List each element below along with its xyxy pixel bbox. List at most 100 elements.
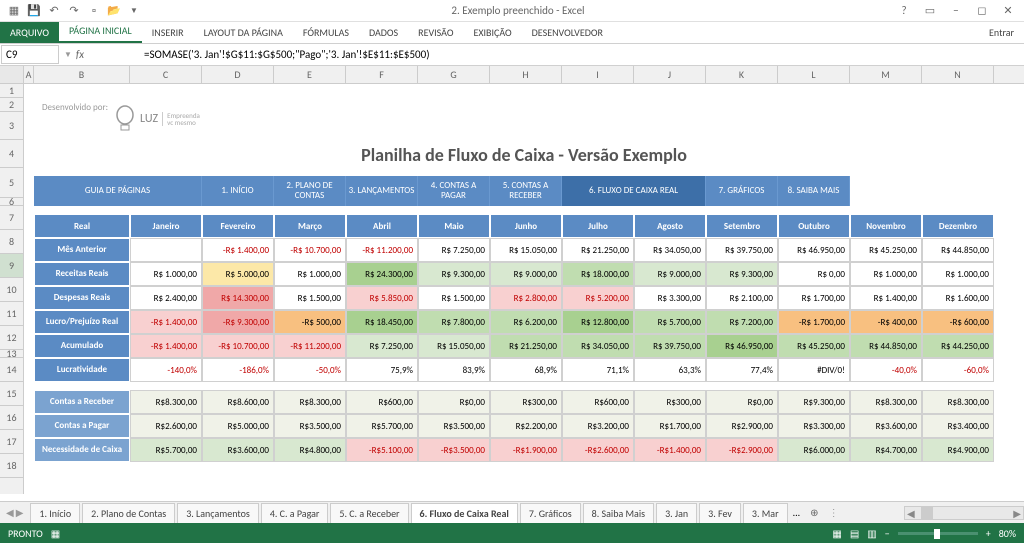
- col-header[interactable]: F: [346, 66, 418, 83]
- dropdown-icon[interactable]: ▼: [64, 50, 72, 60]
- row-header[interactable]: 13: [0, 350, 23, 358]
- data-cell[interactable]: -40,0%: [850, 358, 922, 382]
- row-header[interactable]: 6: [0, 198, 23, 206]
- open-icon[interactable]: 📂: [106, 3, 122, 19]
- data-cell[interactable]: R$3.600,00: [850, 414, 922, 438]
- sheet-tab[interactable]: 5. C. a Receber: [330, 503, 408, 523]
- view-layout-icon[interactable]: ▤: [850, 527, 859, 540]
- data-cell[interactable]: R$ 44.250,00: [922, 334, 994, 358]
- data-cell[interactable]: -186,0%: [202, 358, 274, 382]
- sheet-tab[interactable]: 7. Gráficos: [520, 503, 581, 523]
- data-cell[interactable]: R$ 45.250,00: [850, 238, 922, 262]
- col-header[interactable]: K: [706, 66, 778, 83]
- nav-button[interactable]: 5. CONTAS A RECEBER: [490, 176, 562, 206]
- tab-next-icon[interactable]: ▶: [16, 506, 24, 519]
- data-cell[interactable]: R$ 14.300,00: [202, 286, 274, 310]
- name-box[interactable]: [1, 45, 59, 64]
- data-cell[interactable]: R$600,00: [346, 390, 418, 414]
- data-cell[interactable]: R$ 12.800,00: [562, 310, 634, 334]
- col-header[interactable]: E: [274, 66, 346, 83]
- zoom-slider[interactable]: [898, 532, 978, 535]
- col-header[interactable]: H: [490, 66, 562, 83]
- data-cell[interactable]: R$ 9.300,00: [706, 262, 778, 286]
- nav-button[interactable]: 4. CONTAS A PAGAR: [418, 176, 490, 206]
- data-cell[interactable]: R$ 21.250,00: [562, 238, 634, 262]
- data-cell[interactable]: R$8.600,00: [202, 390, 274, 414]
- col-header[interactable]: D: [202, 66, 274, 83]
- data-cell[interactable]: -R$ 10.700,00: [274, 238, 346, 262]
- undo-icon[interactable]: ↶: [46, 3, 62, 19]
- data-cell[interactable]: R$ 39.750,00: [634, 334, 706, 358]
- data-cell[interactable]: R$5.000,00: [202, 414, 274, 438]
- help-icon[interactable]: ?: [892, 2, 916, 20]
- add-sheet-icon[interactable]: ⊕: [804, 503, 824, 522]
- col-header[interactable]: J: [634, 66, 706, 83]
- data-cell[interactable]: R$ 5.700,00: [634, 310, 706, 334]
- row-header[interactable]: 2: [0, 98, 23, 112]
- data-cell[interactable]: -R$ 11.200,00: [274, 334, 346, 358]
- data-cell[interactable]: [130, 238, 202, 262]
- data-cell[interactable]: R$3.500,00: [274, 414, 346, 438]
- data-cell[interactable]: R$5.700,00: [130, 438, 202, 462]
- data-cell[interactable]: -R$1.400,00: [634, 438, 706, 462]
- data-cell[interactable]: 75,9%: [346, 358, 418, 382]
- col-header[interactable]: B: [34, 66, 130, 83]
- data-cell[interactable]: R$ 1.000,00: [274, 262, 346, 286]
- tab-data[interactable]: DADOS: [359, 22, 408, 43]
- data-cell[interactable]: R$4.900,00: [922, 438, 994, 462]
- data-cell[interactable]: R$ 5.200,00: [562, 286, 634, 310]
- data-cell[interactable]: R$3.500,00: [418, 414, 490, 438]
- data-cell[interactable]: R$ 1.400,00: [850, 286, 922, 310]
- row-header[interactable]: 4: [0, 140, 23, 168]
- data-cell[interactable]: R$ 15.050,00: [418, 334, 490, 358]
- sheet-tab[interactable]: 6. Fluxo de Caixa Real: [411, 503, 518, 523]
- data-cell[interactable]: 71,1%: [562, 358, 634, 382]
- save-icon[interactable]: 💾: [26, 3, 42, 19]
- data-cell[interactable]: R$ 34.050,00: [634, 238, 706, 262]
- fx-icon[interactable]: fx: [76, 48, 84, 61]
- maximize-icon[interactable]: ◻: [970, 2, 994, 20]
- data-cell[interactable]: -R$2.900,00: [706, 438, 778, 462]
- data-cell[interactable]: R$3.200,00: [562, 414, 634, 438]
- data-cell[interactable]: R$ 7.800,00: [418, 310, 490, 334]
- tab-prev-icon[interactable]: ◀: [6, 506, 14, 519]
- data-cell[interactable]: R$ 39.750,00: [706, 238, 778, 262]
- col-header[interactable]: L: [778, 66, 850, 83]
- tab-developer[interactable]: DESENVOLVEDOR: [522, 22, 613, 43]
- data-cell[interactable]: R$4.800,00: [274, 438, 346, 462]
- data-cell[interactable]: R$ 7.200,00: [706, 310, 778, 334]
- zoom-out-icon[interactable]: −: [885, 527, 890, 540]
- row-header[interactable]: 16: [0, 406, 23, 430]
- sheet-tab[interactable]: 3. Fev: [699, 503, 741, 523]
- zoom-level[interactable]: 80%: [999, 527, 1016, 540]
- worksheet[interactable]: Desenvolvido por: LUZ Empreendavc mesmo …: [24, 84, 1024, 494]
- data-cell[interactable]: -R$ 1.400,00: [130, 310, 202, 334]
- tab-review[interactable]: REVISÃO: [408, 22, 463, 43]
- nav-button[interactable]: 6. FLUXO DE CAIXA REAL: [562, 176, 706, 206]
- data-cell[interactable]: R$0,00: [706, 390, 778, 414]
- data-cell[interactable]: 77,4%: [706, 358, 778, 382]
- data-cell[interactable]: R$ 9.300,00: [418, 262, 490, 286]
- data-cell[interactable]: R$8.300,00: [922, 390, 994, 414]
- data-cell[interactable]: R$ 5.850,00: [346, 286, 418, 310]
- data-cell[interactable]: R$ 1.500,00: [274, 286, 346, 310]
- row-header[interactable]: 14: [0, 358, 23, 382]
- data-cell[interactable]: -R$ 9.300,00: [202, 310, 274, 334]
- scroll-right-icon[interactable]: ▶: [1011, 507, 1023, 519]
- data-cell[interactable]: -R$ 10.700,00: [202, 334, 274, 358]
- data-cell[interactable]: R$ 3.300,00: [634, 286, 706, 310]
- data-cell[interactable]: R$ 46.950,00: [706, 334, 778, 358]
- signin-link[interactable]: Entrar: [979, 22, 1024, 43]
- data-cell[interactable]: R$ 1.700,00: [778, 286, 850, 310]
- view-break-icon[interactable]: ▥: [867, 527, 876, 540]
- sheet-tab[interactable]: 3. Mar: [743, 503, 788, 523]
- col-header[interactable]: G: [418, 66, 490, 83]
- data-cell[interactable]: #DIV/0!: [778, 358, 850, 382]
- data-cell[interactable]: -140,0%: [130, 358, 202, 382]
- row-header[interactable]: 1: [0, 84, 23, 98]
- tab-formulas[interactable]: FÓRMULAS: [293, 22, 359, 43]
- data-cell[interactable]: R$9.300,00: [778, 390, 850, 414]
- data-cell[interactable]: R$4.700,00: [850, 438, 922, 462]
- data-cell[interactable]: R$6.000,00: [778, 438, 850, 462]
- sheet-tab[interactable]: 3. Jan: [656, 503, 697, 523]
